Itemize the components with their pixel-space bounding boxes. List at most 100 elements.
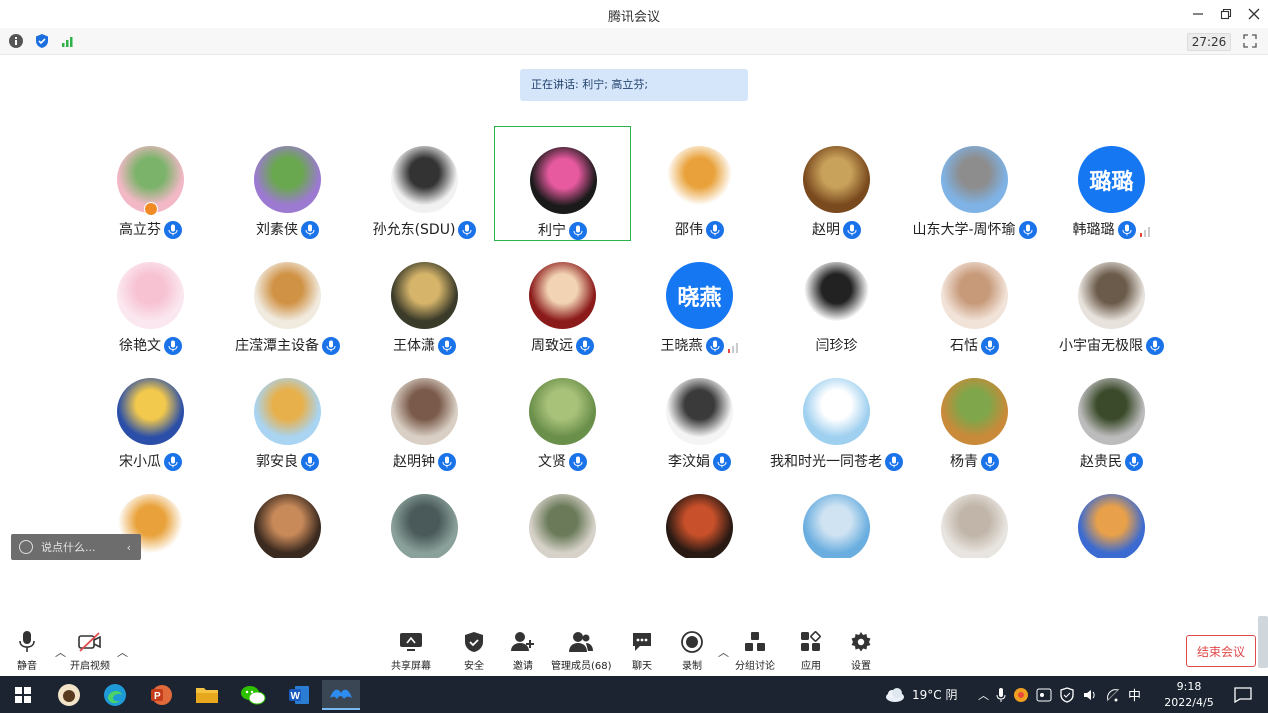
participant-tile[interactable] <box>494 474 631 558</box>
security-shield-icon[interactable] <box>34 33 50 49</box>
ime-indicator[interactable]: 中 <box>1128 685 1141 704</box>
volume-icon[interactable] <box>1082 687 1098 703</box>
share-label: 共享屏幕 <box>391 661 431 672</box>
participant-tile[interactable]: 晓燕王晓燕 <box>631 242 768 357</box>
chat-quick-input[interactable]: 说点什么... ‹ <box>11 534 141 560</box>
edge-browser-icon[interactable] <box>96 680 134 710</box>
participant-tile[interactable] <box>906 474 1043 558</box>
chat-button[interactable]: 聊天 <box>629 630 655 672</box>
avatar <box>391 378 458 445</box>
chevron-left-icon[interactable]: ‹ <box>127 541 131 554</box>
participant-name: 王晓燕 <box>660 338 703 354</box>
side-scroll-handle[interactable] <box>1258 616 1268 668</box>
tray-shield-icon[interactable] <box>1059 686 1075 703</box>
participant-tile[interactable]: 赵明钟 <box>356 358 493 473</box>
record-button[interactable]: 录制 <box>679 630 705 672</box>
end-meeting-button[interactable]: 结束会议 <box>1186 635 1256 667</box>
restore-button[interactable] <box>1216 4 1236 24</box>
minimize-button[interactable] <box>1188 4 1208 24</box>
participant-tile[interactable]: 璐璐 韩璐璐 <box>1043 126 1180 241</box>
participant-name-line: 杨青 <box>906 453 1043 471</box>
avatar <box>530 147 597 214</box>
participant-tile[interactable]: 周致远 <box>494 242 631 357</box>
weather-tray[interactable]: 19°C 阴 <box>884 676 957 713</box>
wechat-icon[interactable] <box>234 680 272 710</box>
apps-grid-icon <box>798 630 824 654</box>
start-video-button[interactable]: 开启视频 <box>70 630 110 672</box>
participant-name: 山东大学-周怀瑜 <box>912 222 1016 238</box>
avatar-initials: 晓燕 <box>677 285 722 311</box>
participant-tile[interactable]: 杨青 <box>906 358 1043 473</box>
breakout-label: 分组讨论 <box>735 661 775 672</box>
participant-tile[interactable]: 邵伟 <box>631 126 768 241</box>
file-explorer-icon[interactable] <box>188 680 226 710</box>
manage-members-button[interactable]: 管理成员(68) <box>551 630 612 672</box>
meeting-timer: 27:26 <box>1187 33 1231 51</box>
participant-tile[interactable] <box>768 474 905 558</box>
participant-tile[interactable]: 文贤 <box>494 358 631 473</box>
participant-tile[interactable]: 山东大学-周怀瑜 <box>906 126 1043 241</box>
tray-wechat-icon[interactable] <box>1036 687 1052 703</box>
word-icon[interactable]: W <box>280 680 318 710</box>
participant-tile[interactable]: 小宇宙无极限 <box>1043 242 1180 357</box>
participant-tile[interactable]: 利宁 <box>494 126 631 241</box>
participant-tile[interactable]: 高立芬 <box>82 126 219 241</box>
breakout-button[interactable]: 分组讨论 <box>735 630 775 672</box>
avatar <box>941 146 1008 213</box>
video-options-caret[interactable]: ︿ <box>117 644 128 660</box>
participant-name-line: 宋小瓜 <box>82 453 219 471</box>
fullscreen-icon[interactable] <box>1242 33 1258 49</box>
mic-status-icon <box>576 337 594 355</box>
participant-tile[interactable] <box>631 474 768 558</box>
participant-tile[interactable]: 我和时光一同苍老 <box>768 358 905 473</box>
participant-tile[interactable] <box>219 474 356 558</box>
participant-tile[interactable]: 王体潇 <box>356 242 493 357</box>
notification-icon[interactable] <box>1224 680 1262 710</box>
participant-name-line: 王晓燕 <box>631 337 768 355</box>
participant-tile[interactable]: 宋小瓜 <box>82 358 219 473</box>
participant-tile[interactable]: 赵贵民 <box>1043 358 1180 473</box>
system-clock[interactable]: 9:18 2022/4/5 <box>1158 679 1220 711</box>
app-avatar-icon[interactable] <box>50 680 88 710</box>
participant-tile[interactable]: 赵明 <box>768 126 905 241</box>
audio-options-caret[interactable]: ︿ <box>55 644 66 660</box>
emoji-icon[interactable] <box>19 540 33 554</box>
weak-signal-icon <box>1139 225 1151 237</box>
participant-tile[interactable]: 刘素侠 <box>219 126 356 241</box>
settings-label: 设置 <box>851 661 871 672</box>
chevron-up-icon[interactable]: ︿ <box>978 687 989 703</box>
participant-tile[interactable]: 孙允东(SDU) <box>356 126 493 241</box>
invite-button[interactable]: 邀请 <box>510 630 536 672</box>
settings-button[interactable]: 设置 <box>848 630 874 672</box>
tray-app-icon[interactable] <box>1013 687 1029 703</box>
participant-tile[interactable]: 李汶娟 <box>631 358 768 473</box>
share-screen-button[interactable]: 共享屏幕 <box>391 630 431 672</box>
participant-tile[interactable] <box>356 474 493 558</box>
mute-button[interactable]: 静音 <box>14 630 40 672</box>
participant-tile[interactable]: 庄滢潭主设备 <box>219 242 356 357</box>
tencent-meeting-taskbar-icon[interactable] <box>322 680 360 710</box>
participant-tile[interactable] <box>1043 474 1180 558</box>
mic-status-icon <box>1146 337 1164 355</box>
info-icon[interactable] <box>8 33 24 49</box>
weather-text: 19°C 阴 <box>912 688 958 702</box>
participant-name-line: 庄滢潭主设备 <box>219 337 356 355</box>
participant-tile[interactable]: 石恬 <box>906 242 1043 357</box>
network-signal-icon[interactable] <box>60 33 76 49</box>
tray-mic-icon[interactable] <box>996 687 1006 703</box>
record-options-caret[interactable]: ︿ <box>718 644 729 660</box>
wifi-icon[interactable] <box>1105 687 1121 703</box>
invite-user-icon <box>510 630 536 654</box>
meeting-window: 腾讯会议 27:26 正在讲话: 利宁; 高立芬; 高立芬 刘素侠 孙允东(SDU)… <box>0 0 1268 713</box>
participant-tile[interactable]: 郭安良 <box>219 358 356 473</box>
participant-name-line: 小宇宙无极限 <box>1043 337 1180 355</box>
participant-name-line: 王体潇 <box>356 337 493 355</box>
close-button[interactable] <box>1244 4 1264 24</box>
participant-name: 周致远 <box>531 338 573 354</box>
participant-tile[interactable]: 徐艳文 <box>82 242 219 357</box>
windows-start-icon[interactable] <box>4 680 42 710</box>
powerpoint-icon[interactable]: P <box>142 680 180 710</box>
participant-tile[interactable]: 闫珍珍 <box>768 242 905 357</box>
apps-button[interactable]: 应用 <box>798 630 824 672</box>
security-button[interactable]: 安全 <box>461 630 487 672</box>
